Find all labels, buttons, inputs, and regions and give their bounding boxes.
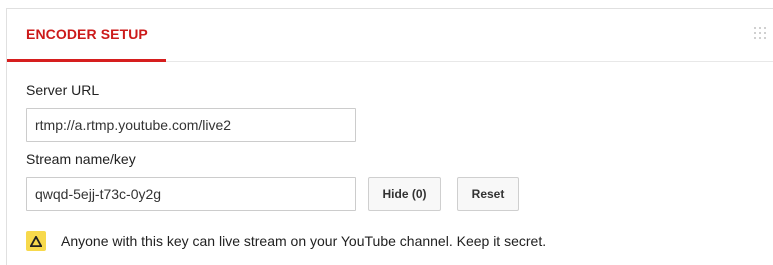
server-url-value: rtmp://a.rtmp.youtube.com/live2	[35, 117, 232, 133]
hide-key-button[interactable]: Hide (0)	[368, 177, 441, 211]
stream-key-value: qwqd-5ejj-t73c-0y2g	[35, 186, 162, 202]
reset-key-button[interactable]: Reset	[457, 177, 519, 211]
stream-key-label: Stream name/key	[26, 151, 136, 167]
server-url-input[interactable]: rtmp://a.rtmp.youtube.com/live2	[26, 108, 356, 142]
stream-key-input[interactable]: qwqd-5ejj-t73c-0y2g	[26, 177, 356, 211]
encoder-setup-panel: ENCODER SETUP Server URL rtmp://a.rtmp.y…	[6, 8, 773, 265]
tab-bar: ENCODER SETUP	[7, 9, 773, 62]
warning-text: Anyone with this key can live stream on …	[61, 233, 547, 249]
tab-encoder-setup-label: ENCODER SETUP	[26, 26, 148, 42]
drag-grid-icon[interactable]	[752, 25, 768, 41]
server-url-label: Server URL	[26, 82, 100, 98]
tab-encoder-setup[interactable]: ENCODER SETUP	[7, 9, 166, 62]
warning-icon	[26, 231, 46, 251]
